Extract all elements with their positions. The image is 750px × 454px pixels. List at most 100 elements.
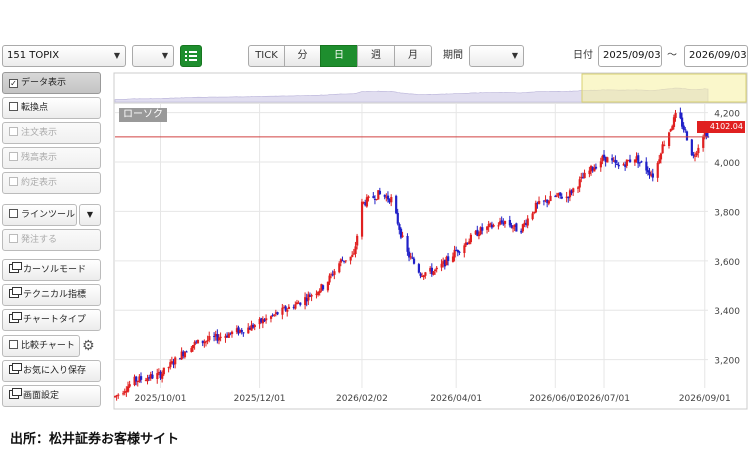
candle-body [286,309,289,312]
candle-body [360,201,364,237]
candle-body [281,307,284,315]
candle-body [299,302,302,305]
candle-body [544,199,547,201]
candle-body [373,198,377,200]
x-tick-label: 2026/06/01 [529,394,581,404]
candle-body [136,381,139,383]
candle-body [377,190,380,200]
checkbox-icon[interactable] [9,340,18,349]
date-to-input[interactable]: 2026/09/03 [684,45,748,67]
list-view-button[interactable] [180,45,202,67]
checkbox-icon[interactable] [9,177,18,186]
candle-body [658,159,661,163]
window-icon [9,388,22,399]
date-separator: ～ [667,50,677,61]
y-tick-label: 4,000 [714,159,740,169]
candle-body [422,275,425,278]
candle-body [477,234,481,237]
source-caption: 出所：松井証券お客様サイト [10,432,180,447]
candle-body [651,173,654,178]
candle-body [328,275,331,283]
price-chart[interactable]: 3,200 3,400 3,600 3,800 4,000 4,200 2025/10/01… [0,0,750,454]
checkbox-icon[interactable] [9,209,18,218]
candle-body [702,136,705,148]
line-tool-dropdown-button[interactable]: ▼ [79,204,101,226]
candle-body [305,297,308,302]
candle-body [500,220,503,223]
checkbox-icon[interactable] [9,102,18,111]
sidebar-item-12[interactable]: 画面設定 [2,385,101,407]
secondary-select[interactable]: ▼ [132,45,174,67]
candle-body [308,295,312,297]
sidebar-item-11[interactable]: お気に入り保存 [2,360,101,382]
sidebar-item-label: 約定表示 [21,178,58,188]
candle-body [193,341,196,346]
candle-body [344,260,347,262]
candle-body [260,318,263,323]
candle-body [117,394,120,396]
candle-body [565,196,568,198]
candle-body [559,192,562,196]
sidebar-item-7[interactable]: カーソルモード [2,259,101,281]
sidebar-item-0[interactable]: ✓ データ表示 [2,72,101,94]
candle-body [235,328,239,333]
candle-body [409,256,412,258]
candle-body [656,162,659,178]
candle-body [126,386,130,392]
sidebar-item-5[interactable]: ラインツール [2,204,77,226]
candle-body [549,195,552,202]
candle-body [217,337,221,341]
candle-body [542,200,546,202]
candle-body [697,147,700,154]
gear-icon[interactable]: ⚙ [82,335,95,357]
candle-body [365,197,369,207]
candle-body [455,249,458,251]
candle-body [349,256,352,261]
checkbox-icon[interactable] [9,234,18,243]
candle-body [226,335,229,338]
sidebar-item-label: 発注する [21,235,58,245]
date-from-input[interactable]: 2025/09/03 [598,45,662,67]
candle-body [362,201,365,203]
sidebar-item-label: 比較チャート [21,341,75,351]
period-select[interactable]: ▼ [469,45,524,67]
candle-body [133,376,136,386]
interval-day-button[interactable]: 日 [320,45,358,67]
candle-body [490,224,494,228]
candle-body [614,159,617,163]
candle-body [572,188,575,193]
interval-tick-button[interactable]: TICK [248,45,285,67]
candle-body [508,219,511,226]
candle-body [679,112,682,118]
candle-body [310,295,313,297]
candle-body [203,342,206,344]
checkbox-icon[interactable] [9,127,18,136]
candle-body [227,333,230,338]
interval-week-button[interactable]: 週 [357,45,395,67]
candle-body [645,161,648,171]
sidebar-item-1[interactable]: 転換点 [2,97,101,119]
candle-body [464,242,468,246]
candle-body [443,259,447,267]
candle-body [671,126,674,131]
sidebar-item-10[interactable]: 比較チャート [2,335,80,357]
candle-body [536,202,539,204]
candle-body [364,202,367,206]
candle-body [685,131,689,141]
candle-body [510,225,513,228]
candle-body [434,269,437,271]
interval-minute-button[interactable]: 分 [284,45,321,67]
x-tick-label: 2026/04/01 [430,394,482,404]
symbol-select[interactable]: 151 TOPIX ▼ [2,45,126,67]
current-price-tag: 4102.04 [697,121,745,133]
chevron-down-icon: ▼ [511,51,518,60]
candle-body [603,154,606,158]
candle-body [411,257,414,259]
candle-body [523,222,526,225]
interval-month-button[interactable]: 月 [394,45,432,67]
candle-body [456,250,460,253]
sidebar-item-9[interactable]: チャートタイプ [2,309,101,331]
checkbox-checked-icon[interactable]: ✓ [9,79,18,88]
checkbox-icon[interactable] [9,152,18,161]
sidebar-item-8[interactable]: テクニカル指標 [2,284,101,306]
